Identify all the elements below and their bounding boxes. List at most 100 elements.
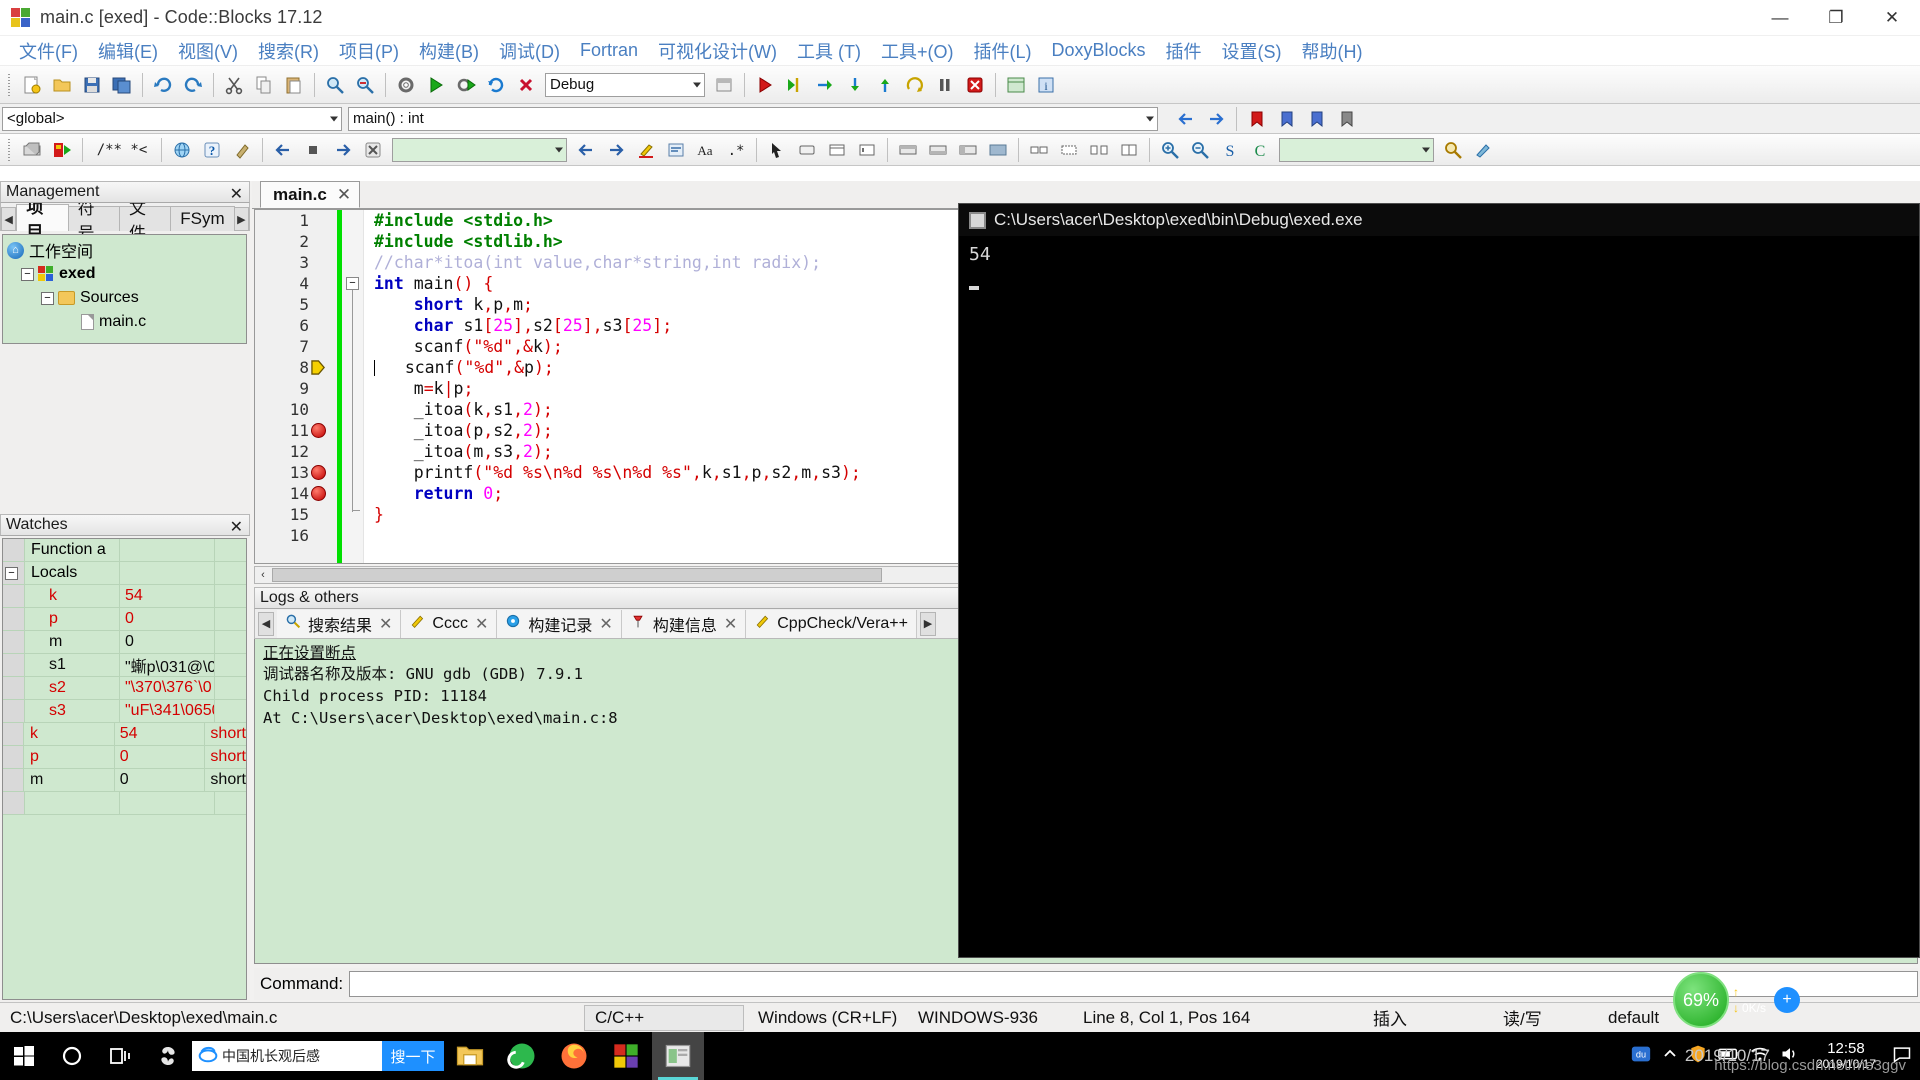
breakpoint-icon[interactable] — [311, 465, 326, 480]
tree-item-mainc[interactable]: main.c — [3, 310, 246, 334]
regex-icon[interactable]: .* — [722, 136, 750, 164]
frame-sizer3-icon[interactable] — [1085, 136, 1113, 164]
save-icon[interactable] — [78, 71, 106, 99]
task-view-icon[interactable] — [96, 1032, 144, 1080]
baidu-tray-icon[interactable]: du — [1630, 1043, 1652, 1068]
breakpoint-icon[interactable] — [311, 486, 326, 501]
target-select-icon[interactable] — [710, 71, 738, 99]
layout-panel1-icon[interactable] — [894, 136, 922, 164]
doxyblocks-run-html-icon[interactable] — [168, 136, 196, 164]
paste-icon[interactable] — [280, 71, 308, 99]
watches-grid[interactable]: Function a − Locals k 54 p 0 m 0 s1 "螹p\… — [2, 538, 247, 1000]
tab-fsymbols[interactable]: FSym — [170, 206, 235, 231]
tab-symbols[interactable]: 符号 — [67, 199, 120, 243]
zoom-out-icon[interactable] — [1186, 136, 1214, 164]
abort-icon[interactable] — [512, 71, 540, 99]
nav-forward-icon[interactable] — [1202, 105, 1230, 133]
breakpoint-icon[interactable] — [311, 423, 326, 438]
run-icon[interactable] — [422, 71, 450, 99]
replace-icon[interactable] — [351, 71, 379, 99]
menu-visual-design[interactable]: 可视化设计(W) — [648, 35, 787, 67]
symbol-find-icon[interactable] — [1439, 136, 1467, 164]
step-out-icon[interactable] — [871, 71, 899, 99]
clear-bookmarks-icon[interactable] — [1333, 105, 1361, 133]
menu-fortran[interactable]: Fortran — [570, 37, 648, 64]
taskbar-search-button[interactable]: 搜一下 — [382, 1041, 444, 1071]
program-console-window[interactable]: C:\Users\acer\Desktop\exed\bin\Debug\exe… — [958, 203, 1920, 958]
table-row[interactable]: p 0 — [3, 608, 246, 631]
speed-percent-badge[interactable]: 69% — [1672, 972, 1729, 1028]
frame-sizer4-icon[interactable] — [1115, 136, 1143, 164]
match-case-icon[interactable]: Aa — [692, 136, 720, 164]
clear-search-icon[interactable] — [359, 136, 387, 164]
project-tree[interactable]: ⌂ 工作空间 − exed − Sources main.c — [2, 234, 247, 344]
table-row[interactable]: s2 "\370\376`\0 — [3, 677, 246, 700]
stop-search-icon[interactable] — [299, 136, 327, 164]
code-folding-column[interactable]: − — [342, 210, 364, 563]
file-explorer-icon[interactable] — [444, 1032, 496, 1080]
menu-debug[interactable]: 调试(D) — [489, 35, 570, 67]
debug-continue-icon[interactable] — [751, 71, 779, 99]
select-all-occurrences-icon[interactable] — [662, 136, 690, 164]
doxyblocks-comment-button[interactable]: /** *< — [89, 136, 155, 164]
goto-prev-icon[interactable] — [572, 136, 600, 164]
tree-item-project[interactable]: − exed — [3, 262, 246, 286]
tab-files[interactable]: 文件 — [118, 199, 172, 243]
close-icon[interactable]: ✕ — [337, 185, 351, 205]
collapse-icon[interactable]: − — [5, 566, 18, 580]
next-result-icon[interactable] — [329, 136, 357, 164]
table-row[interactable]: s3 "uF\341\0650 — [3, 700, 246, 723]
rebuild-icon[interactable] — [482, 71, 510, 99]
log-tab-scroll-left-icon[interactable]: ◀ — [258, 611, 274, 636]
step-into-icon[interactable] — [841, 71, 869, 99]
menu-search[interactable]: 搜索(R) — [248, 35, 329, 67]
table-row[interactable]: k 54 short — [3, 723, 246, 746]
insert-window-icon[interactable] — [823, 136, 851, 164]
next-line-icon[interactable] — [811, 71, 839, 99]
close-icon[interactable]: ✕ — [475, 614, 488, 634]
close-icon[interactable]: ✕ — [230, 517, 243, 537]
table-row[interactable]: s1 "螹p\031@\0 — [3, 654, 246, 677]
fold-toggle-icon[interactable]: − — [346, 277, 359, 290]
prev-result-icon[interactable] — [269, 136, 297, 164]
build-gear-icon[interactable] — [392, 71, 420, 99]
save-all-icon[interactable] — [108, 71, 136, 99]
menu-tools[interactable]: 工具 (T) — [787, 35, 871, 67]
show-hidden-icons-icon[interactable] — [1662, 1046, 1678, 1065]
toggle-bookmark-icon[interactable] — [1243, 105, 1271, 133]
next-bookmark-icon[interactable] — [1303, 105, 1331, 133]
scroll-left-icon[interactable]: ‹ — [255, 567, 271, 583]
toolbar-grip[interactable] — [6, 138, 13, 161]
function-combo[interactable]: main() : int — [348, 106, 1158, 131]
wxsmith-c-icon[interactable]: C — [1246, 136, 1274, 164]
close-icon[interactable]: ✕ — [379, 614, 392, 634]
table-row[interactable]: m 0 — [3, 631, 246, 654]
layout-panel2-icon[interactable] — [924, 136, 952, 164]
frame-sizer1-icon[interactable] — [1025, 136, 1053, 164]
close-button[interactable]: ✕ — [1864, 0, 1920, 36]
pointer-tool-icon[interactable] — [763, 136, 791, 164]
redo-icon[interactable] — [179, 71, 207, 99]
zoom-in-icon[interactable] — [1156, 136, 1184, 164]
break-debugger-icon[interactable] — [931, 71, 959, 99]
collapse-icon[interactable]: − — [21, 267, 34, 281]
line-number-gutter[interactable]: 1 2 3 4 5 6 7 8 9 10 11 12 13 14 15 16 — [255, 210, 337, 563]
log-tab-build-log[interactable]: 构建记录 ✕ — [497, 609, 622, 638]
goto-next-icon[interactable] — [602, 136, 630, 164]
copy-icon[interactable] — [250, 71, 278, 99]
table-row[interactable]: p 0 short — [3, 746, 246, 769]
close-icon[interactable]: ✕ — [230, 184, 243, 204]
cut-icon[interactable] — [220, 71, 248, 99]
tree-item-sources[interactable]: − Sources — [3, 286, 246, 310]
nav-back-icon[interactable] — [1172, 105, 1200, 133]
doxywizard-icon[interactable] — [48, 136, 76, 164]
menu-view[interactable]: 视图(V) — [168, 35, 248, 67]
debugging-windows-icon[interactable] — [1002, 71, 1030, 99]
log-tab-scroll-right-icon[interactable]: ▶ — [919, 611, 936, 636]
menu-tools-plus[interactable]: 工具+(O) — [871, 35, 964, 67]
minimize-button[interactable]: — — [1752, 0, 1808, 36]
menu-build[interactable]: 构建(B) — [409, 35, 489, 67]
log-tab-cppcheck[interactable]: CppCheck/Vera++ — [746, 609, 917, 638]
layout-panel4-icon[interactable] — [984, 136, 1012, 164]
close-icon[interactable]: ✕ — [724, 614, 737, 634]
